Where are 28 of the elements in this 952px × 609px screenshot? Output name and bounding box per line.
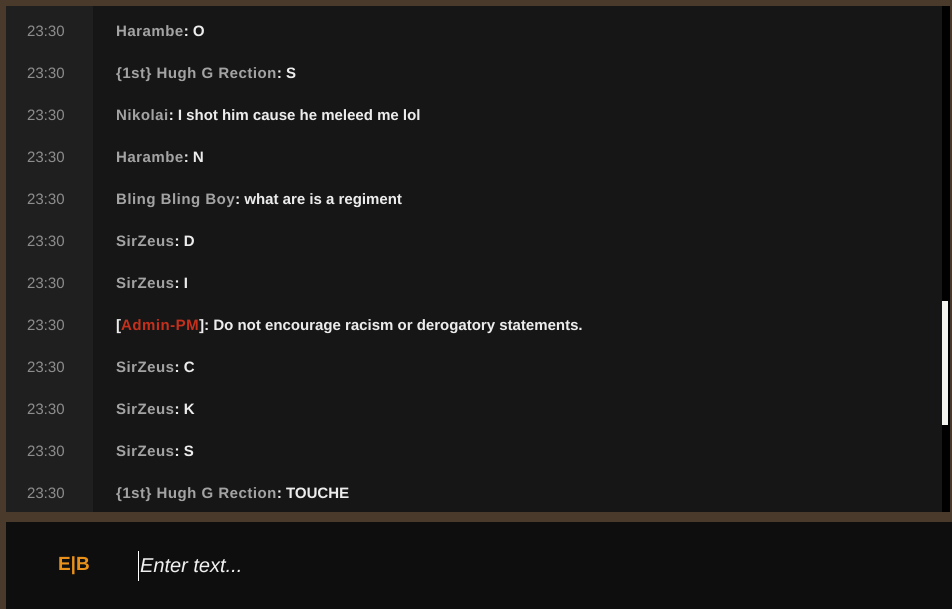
scrollbar-track[interactable] [942,6,950,512]
chat-message: [Admin-PM]: Do not encourage racism or derogatory statements. [116,317,583,334]
chat-message: SirZeus: S [116,443,194,460]
timestamp: 23:30 [27,443,65,460]
timestamp: 23:30 [27,275,65,292]
chat-message: Nikolai: I shot him cause he meleed me lol [116,107,420,124]
timestamp: 23:30 [27,233,65,250]
timestamp: 23:30 [27,65,65,82]
scrollbar-thumb[interactable] [942,301,948,425]
chat-message: SirZeus: C [116,359,195,376]
chat-message: {1st} Hugh G Rection: S [116,65,296,82]
timestamp: 23:30 [27,107,65,124]
chat-message: SirZeus: K [116,401,195,418]
chat-message: SirZeus: D [116,233,195,250]
chat-message: {1st} Hugh G Rection: TOUCHE [116,485,350,502]
chat-input-field[interactable]: Enter text... [138,550,738,580]
chat-message: Harambe: N [116,149,204,166]
channel-label[interactable]: E|B [58,551,138,580]
timestamp: 23:30 [27,191,65,208]
timestamp: 23:30 [27,485,65,502]
chat-message: SirZeus: I [116,275,188,292]
timestamp: 23:30 [27,23,65,40]
timestamp: 23:30 [27,359,65,376]
timestamp: 23:30 [27,149,65,166]
timestamp: 23:30 [27,317,65,334]
chat-message: Bling Bling Boy: what are is a regiment [116,191,402,208]
timestamp: 23:30 [27,401,65,418]
chat-message: Harambe: O [116,23,205,40]
